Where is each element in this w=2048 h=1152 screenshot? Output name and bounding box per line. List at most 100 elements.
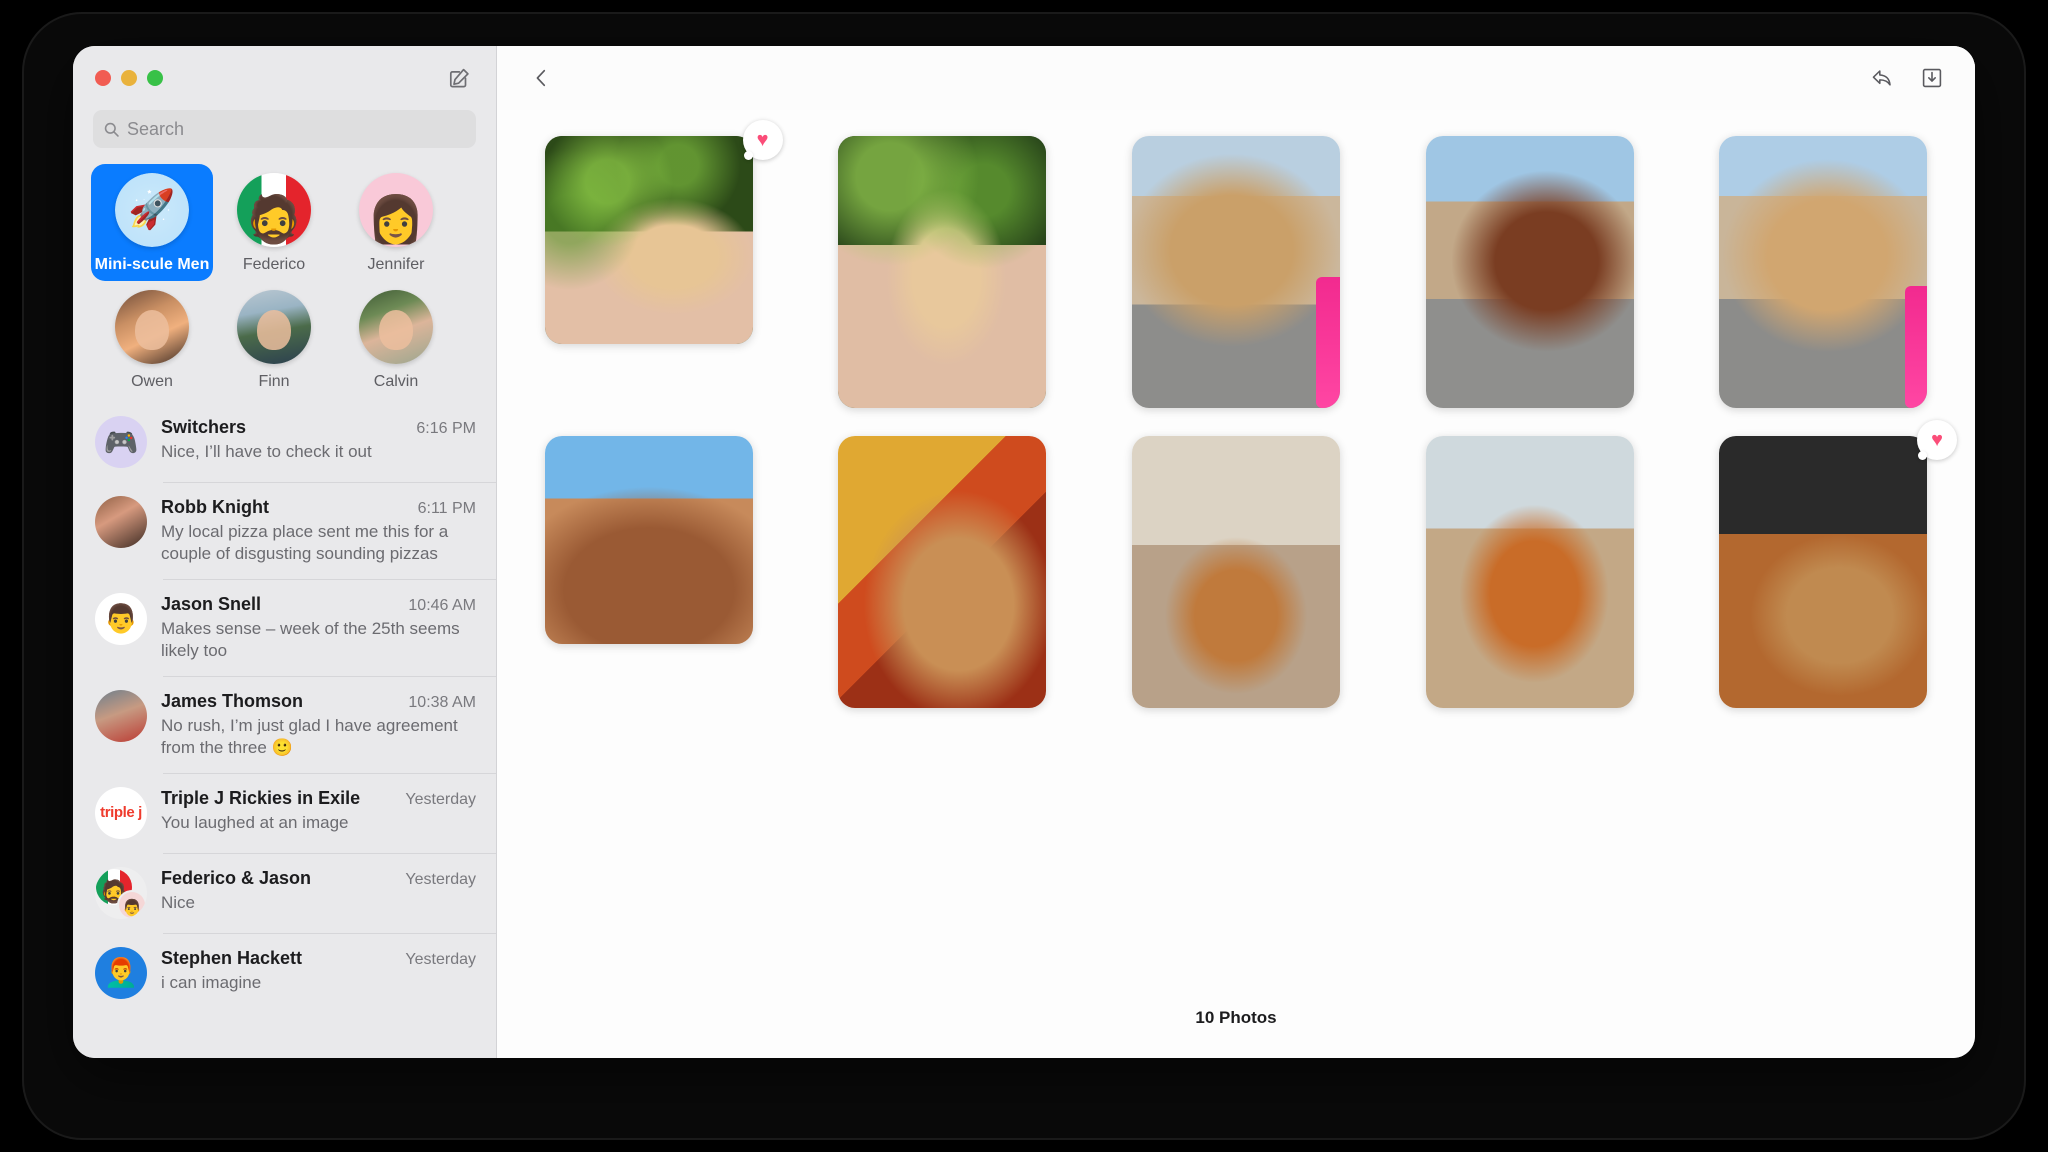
pinned-contact-label: Owen [131, 373, 173, 390]
avatar [95, 496, 147, 548]
download-icon [1922, 68, 1942, 88]
search-container: Search [73, 110, 496, 158]
conversation-time: 6:16 PM [416, 420, 476, 437]
conversation-name: Robb Knight [161, 497, 269, 517]
photo-count-label: 10 Photos [1195, 1008, 1277, 1027]
photo-image [838, 436, 1047, 708]
photo-item-p1[interactable] [544, 136, 753, 344]
pinned-contact-calvin[interactable]: Calvin [335, 281, 457, 398]
avatar: 🧔 [237, 173, 311, 247]
avatar: 🚀 [115, 173, 189, 247]
avatar: 👩 [359, 173, 433, 247]
photo-cell [1118, 136, 1354, 408]
conversation-preview: Makes sense – week of the 25th seems lik… [161, 618, 460, 660]
reply-arrow-icon [1872, 69, 1891, 86]
traffic-lights [95, 70, 163, 86]
compose-icon[interactable] [444, 63, 474, 93]
conversation-time: 10:38 AM [408, 693, 476, 711]
photo-image [544, 136, 753, 344]
photo-cell [825, 436, 1061, 708]
chevron-left-icon [536, 69, 546, 87]
messages-window: Search 🚀 Mini-scule Men 🧔 Federico 👩 Jen… [73, 46, 1975, 1058]
photo-image [1719, 136, 1928, 408]
conversation-row-switchers[interactable]: 🎮 Switchers 6:16 PM Nice, I’ll have to c… [73, 402, 496, 482]
photo-cell [1412, 136, 1648, 408]
photo-cell [531, 436, 767, 708]
conversation-preview: Nice [161, 892, 196, 912]
photo-cell [825, 136, 1061, 408]
reply-button[interactable] [1865, 61, 1899, 95]
conversation-preview: No rush, I’m just glad I have agreement … [161, 715, 458, 757]
pinned-contact-finn[interactable]: Finn [213, 281, 335, 398]
conversation-time: 6:11 PM [417, 500, 476, 517]
conversation-row-james-thomson[interactable]: James Thomson 10:38 AM No rush, I’m just… [73, 675, 496, 773]
detail-toolbar-actions [1865, 61, 1949, 95]
conversation-list: 🎮 Switchers 6:16 PM Nice, I’ll have to c… [73, 402, 496, 1058]
conversation-row-triple-j-rickies-in-exile[interactable]: triple j Triple J Rickies in Exile Yeste… [73, 772, 496, 853]
conversation-name: Federico & Jason [161, 867, 312, 888]
photo-grid-scroll[interactable]: ♥ ♥ [497, 110, 1975, 1002]
photo-item-p9[interactable] [1425, 436, 1634, 708]
photo-cell: ♥ [531, 120, 783, 408]
photo-image [1719, 436, 1928, 708]
conversation-name: Triple J Rickies in Exile [161, 787, 361, 808]
sidebar: Search 🚀 Mini-scule Men 🧔 Federico 👩 Jen… [73, 46, 497, 1058]
photo-item-p5[interactable] [1719, 136, 1928, 408]
avatar: 🎮 [95, 416, 147, 468]
conversation-row-stephen-hackett[interactable]: 👨‍🦰 Stephen Hackett Yesterday i can imag… [73, 932, 496, 1013]
conversation-row-federico-and-jason[interactable]: 🧔 👨 Federico & Jason Yesterday Nice [73, 852, 496, 933]
photo-item-p6[interactable] [544, 436, 753, 644]
photo-item-p2[interactable] [838, 136, 1047, 408]
zoom-button[interactable] [147, 70, 163, 86]
pinned-contact-jennifer[interactable]: 👩 Jennifer [335, 164, 457, 281]
conversation-preview: Nice, I’ll have to check it out [161, 442, 372, 461]
save-button[interactable] [1915, 61, 1949, 95]
photo-cell [1705, 136, 1941, 408]
conversation-name: Stephen Hackett [161, 947, 303, 968]
pinned-contact-label: Jennifer [367, 256, 425, 273]
avatar: triple j [95, 786, 147, 839]
heart-icon: ♥ [756, 129, 769, 151]
search-placeholder: Search [127, 118, 185, 139]
conversation-row-robb-knight[interactable]: Robb Knight 6:11 PM My local pizza place… [73, 482, 496, 579]
avatar [359, 290, 433, 364]
conversation-name: James Thomson [161, 690, 304, 711]
pinned-contact-mini-scule-men[interactable]: 🚀 Mini-scule Men [91, 164, 213, 281]
photo-item-p10[interactable] [1719, 436, 1928, 708]
avatar: 👨‍🦰 [95, 946, 147, 999]
photo-image [838, 136, 1047, 408]
avatar [95, 689, 147, 742]
pinned-contact-label: Mini-scule Men [94, 256, 210, 273]
photo-cell [1118, 436, 1354, 708]
heart-icon: ♥ [1931, 429, 1943, 451]
search-input[interactable]: Search [93, 110, 476, 148]
avatar [115, 290, 189, 364]
conversation-time: 10:46 AM [408, 596, 476, 614]
pinned-contact-federico[interactable]: 🧔 Federico [213, 164, 335, 281]
conversation-row-jason-snell[interactable]: 👨 Jason Snell 10:46 AM Makes sense – wee… [73, 578, 496, 676]
close-button[interactable] [95, 70, 111, 86]
pinned-contact-label: Federico [242, 256, 306, 273]
photo-item-p4[interactable] [1425, 136, 1634, 408]
conversation-preview: i can imagine [161, 972, 262, 992]
minimize-button[interactable] [121, 70, 137, 86]
conversation-time: Yesterday [405, 950, 476, 968]
tapback-heart-badge[interactable]: ♥ [742, 120, 783, 160]
back-button[interactable] [525, 61, 559, 95]
photo-image [1131, 436, 1340, 708]
photo-item-p8[interactable] [1131, 436, 1340, 708]
sidebar-titlebar [73, 46, 496, 110]
photo-cell [1412, 436, 1648, 708]
avatar [237, 290, 311, 364]
photo-image [1425, 436, 1634, 708]
pinned-contact-owen[interactable]: Owen [91, 281, 213, 398]
tapback-heart-badge[interactable]: ♥ [1917, 420, 1957, 460]
conversation-name: Switchers [161, 417, 247, 437]
photo-grid: ♥ ♥ [531, 120, 1957, 708]
pinned-contact-label: Finn [258, 373, 290, 390]
photo-image [1425, 136, 1634, 408]
photo-cell: ♥ [1705, 420, 1957, 708]
photo-item-p3[interactable] [1131, 136, 1340, 408]
photo-item-p7[interactable] [838, 436, 1047, 708]
photo-image [544, 436, 753, 644]
